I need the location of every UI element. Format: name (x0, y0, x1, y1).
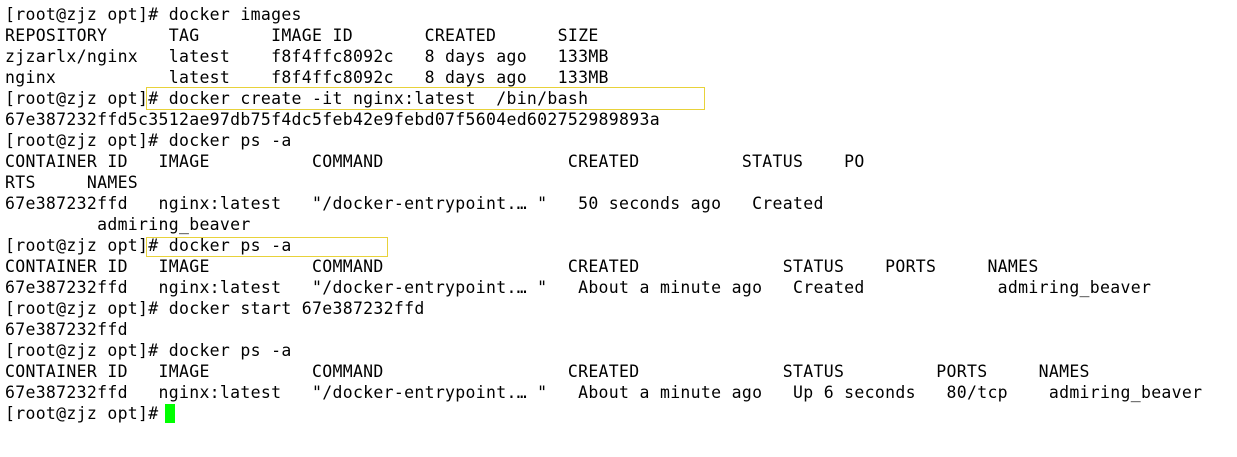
terminal-line-images-header: REPOSITORY TAG IMAGE ID CREATED SIZE (5, 26, 599, 45)
terminal-line-ps-row-1-wrap: admiring_beaver (5, 215, 251, 234)
terminal-line-ps-row-1: 67e387232ffd nginx:latest "/docker-entry… (5, 194, 824, 213)
terminal-line-images-row-1: zjzarlx/nginx latest f8f4ffc8092c 8 days… (5, 47, 609, 66)
terminal-line-prompt-docker-create: [root@zjz opt]# docker create -it nginx:… (5, 89, 589, 108)
terminal-line-start-output: 67e387232ffd (5, 320, 128, 339)
terminal-cursor[interactable] (165, 404, 175, 423)
terminal-line-prompt-docker-start: [root@zjz opt]# docker start 67e387232ff… (5, 299, 425, 318)
terminal-line-prompt-docker-images: [root@zjz opt]# docker images (5, 5, 302, 24)
terminal-line-ps-header-3: CONTAINER ID IMAGE COMMAND CREATED STATU… (5, 362, 1090, 381)
terminal-line-ps-header-1: CONTAINER ID IMAGE COMMAND CREATED STATU… (5, 152, 865, 171)
terminal-line-container-hash: 67e387232ffd5c3512ae97db75f4dc5feb42e9fe… (5, 110, 660, 129)
terminal-line-current-prompt: [root@zjz opt]# (5, 404, 169, 423)
terminal-line-ps-row-2: 67e387232ffd nginx:latest "/docker-entry… (5, 278, 1152, 297)
terminal-window[interactable]: [root@zjz opt]# docker images REPOSITORY… (0, 0, 1237, 457)
terminal-line-ps-header-2: CONTAINER ID IMAGE COMMAND CREATED STATU… (5, 257, 1039, 276)
terminal-line-prompt-docker-ps-1: [root@zjz opt]# docker ps -a (5, 131, 292, 150)
terminal-line-prompt-docker-ps-2: [root@zjz opt]# docker ps -a (5, 236, 292, 255)
terminal-line-ps-row-3: 67e387232ffd nginx:latest "/docker-entry… (5, 383, 1203, 402)
terminal-line-images-row-2: nginx latest f8f4ffc8092c 8 days ago 133… (5, 68, 609, 87)
terminal-line-prompt-docker-ps-3: [root@zjz opt]# docker ps -a (5, 341, 292, 360)
terminal-line-ps-header-1-wrap: RTS NAMES (5, 173, 139, 192)
